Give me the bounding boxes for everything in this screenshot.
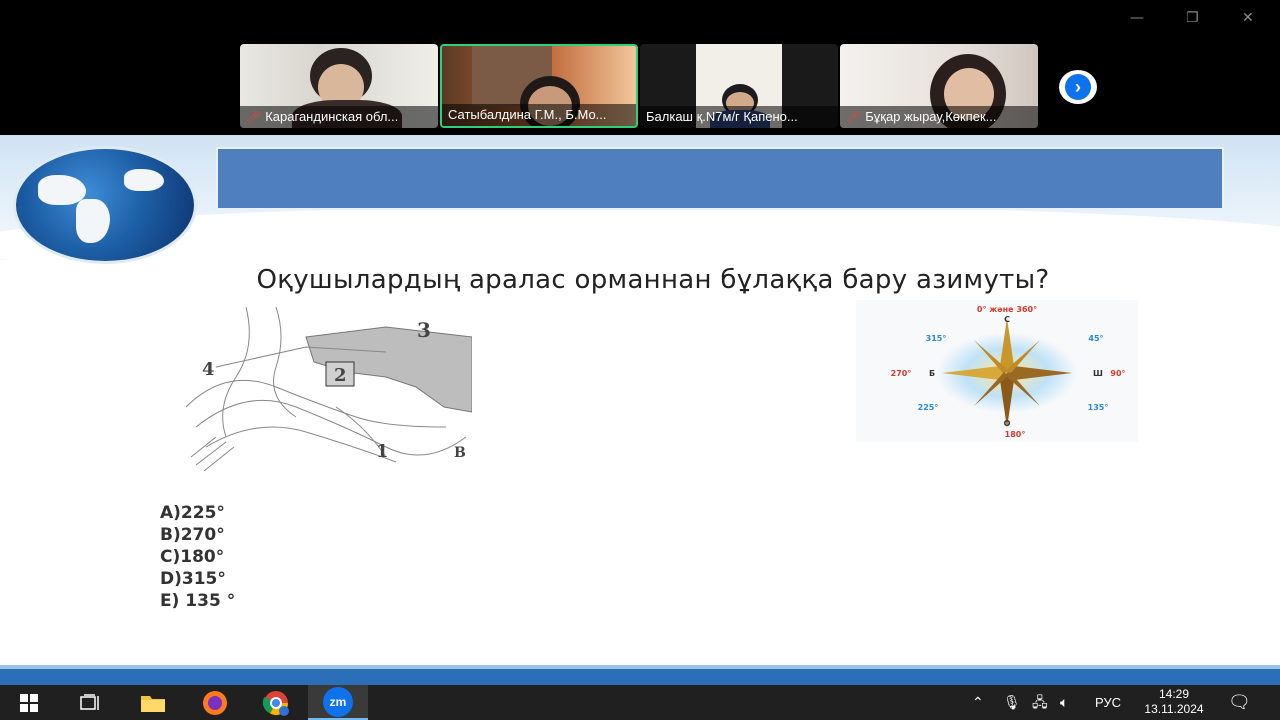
minimize-button[interactable]: — (1130, 10, 1144, 26)
compass-label-315: 315° (926, 334, 947, 343)
network-icon[interactable]: 🖧 (1032, 685, 1048, 720)
compass-label-top: 0° және 360° (977, 305, 1037, 314)
windows-logo-icon (20, 693, 38, 712)
question-text: Оқушылардың аралас орманнан бұлаққа бару… (256, 265, 1050, 295)
answer-option-d: D)315° (160, 569, 226, 589)
answer-option-c: C)180° (160, 547, 225, 567)
volume-icon[interactable]: 🔈︎ (1060, 685, 1068, 720)
participant-tile[interactable]: 🎤︎ Карагандинская обл... (240, 44, 438, 128)
compass-label-90: 90° (1110, 369, 1125, 378)
folder-icon (141, 695, 165, 712)
zoom-taskbar-button[interactable]: zm (308, 685, 368, 720)
answer-option-a: A)225° (160, 503, 225, 523)
firefox-button[interactable] (192, 685, 238, 720)
compass-label-east: Ш (1093, 369, 1103, 378)
participant-name: 🎤︎ Карагандинская обл... (240, 106, 438, 128)
chevron-right-icon: › (1065, 74, 1091, 100)
firefox-icon (203, 690, 227, 715)
muted-mic-icon: 🎤︎ (246, 110, 262, 124)
compass-label-north: С (1004, 315, 1010, 324)
answer-option-b: B)270° (160, 525, 225, 545)
show-hidden-icons-button[interactable]: ⌃ (972, 685, 984, 720)
clock-date: 13.11.2024 (1144, 702, 1204, 716)
slide-footer-bar (0, 665, 1280, 685)
file-explorer-button[interactable] (130, 685, 176, 720)
chrome-button[interactable] (253, 685, 299, 720)
next-participants-button[interactable]: › (1059, 70, 1097, 104)
compass-label-270: 270° (891, 369, 912, 378)
topographic-map: 3 2 4 1 B (186, 307, 472, 471)
close-button[interactable]: ✕ (1242, 10, 1254, 26)
answer-options: A)225° B)270° C)180° D)315° E) 135 ° (160, 502, 235, 612)
participant-tile-active-speaker[interactable]: Сатыбалдина Г.М., Б.Мо... (440, 44, 638, 128)
slide-title-placeholder (216, 147, 1224, 210)
compass-label-45: 45° (1088, 334, 1103, 343)
map-label-3: 3 (417, 318, 431, 342)
compass-rose: 0° және 360° С О 180° Б 270° Ш 90° 315° … (856, 300, 1138, 442)
muted-mic-icon: 🎤︎ (846, 110, 862, 124)
clock[interactable]: 14:29 13.11.2024 (1134, 685, 1214, 720)
globe-icon (16, 149, 194, 261)
participant-name: Балкаш қ.N7м/г Қапено... (640, 106, 838, 128)
zoom-icon: zm (323, 686, 353, 717)
map-label-2: 2 (334, 365, 347, 386)
compass-label-180: 180° (1005, 430, 1026, 439)
restore-button[interactable]: ❐ (1186, 10, 1199, 26)
compass-label-135: 135° (1088, 403, 1109, 412)
compass-label-south: О (1004, 419, 1011, 428)
compass-label-225: 225° (918, 403, 939, 412)
answer-option-e: E) 135 ° (160, 591, 236, 611)
zoom-video-strip: — ❐ ✕ 🎤︎ Карагандинская обл... Сатыбалдин… (0, 0, 1280, 135)
compass-label-west: Б (929, 369, 935, 378)
participant-name: Сатыбалдина Г.М., Б.Мо... (442, 104, 636, 126)
map-label-1: 1 (376, 441, 389, 462)
participant-name: 🎤︎ Бұқар жырау,Көкпек... (840, 106, 1038, 128)
chrome-icon (262, 690, 289, 716)
language-indicator[interactable]: РУС (1095, 685, 1121, 720)
start-button[interactable] (0, 685, 58, 720)
task-view-button[interactable] (70, 685, 110, 720)
notifications-icon[interactable]: 🗨︎ (1228, 685, 1251, 720)
windows-taskbar: zm ⌃ 🎙︎ 🖧 🔈︎ РУС 14:29 13.11.2024 🗨︎ (0, 685, 1280, 720)
task-view-icon (80, 693, 99, 710)
map-label-4: 4 (202, 359, 215, 380)
shared-slide: Оқушылардың аралас орманнан бұлаққа бару… (0, 135, 1280, 685)
participant-tile[interactable]: 🎤︎ Бұқар жырау,Көкпек... (840, 44, 1038, 128)
clock-time: 14:29 (1158, 687, 1190, 701)
participant-tile[interactable]: Балкаш қ.N7м/г Қапено... (640, 44, 838, 128)
map-label-b: B (454, 445, 466, 461)
microphone-icon[interactable]: 🎙︎ (1003, 685, 1021, 720)
